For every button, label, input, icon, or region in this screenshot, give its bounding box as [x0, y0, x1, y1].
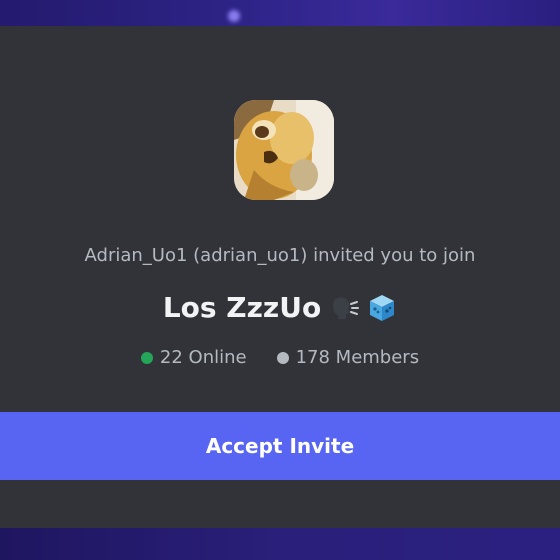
- online-status-icon: [140, 352, 153, 364]
- members-stat: 178 Members: [276, 346, 420, 370]
- server-name: Los ZzzUo: [162, 291, 322, 324]
- members-status-icon: [276, 352, 289, 364]
- speaking-head-icon: [333, 297, 360, 319]
- server-stats: 22 Online 178 Members: [0, 346, 560, 370]
- online-stat: 22 Online: [140, 346, 247, 370]
- inviter-text: Adrian_Uo1 (adrian_uo1) invited you to j…: [84, 245, 476, 266]
- server-avatar: [234, 100, 334, 200]
- server-avatar-image: [234, 100, 334, 200]
- backdrop-top: [0, 0, 560, 26]
- server-name-row: Los ZzzUo: [0, 288, 560, 328]
- accept-invite-button[interactable]: Accept Invite: [0, 412, 560, 480]
- ice-cube-icon: [370, 295, 395, 321]
- backdrop-bottom: [0, 528, 560, 560]
- online-count: 22 Online: [159, 347, 247, 368]
- backdrop-glow-dot: [228, 10, 240, 22]
- members-count: 178 Members: [295, 347, 420, 368]
